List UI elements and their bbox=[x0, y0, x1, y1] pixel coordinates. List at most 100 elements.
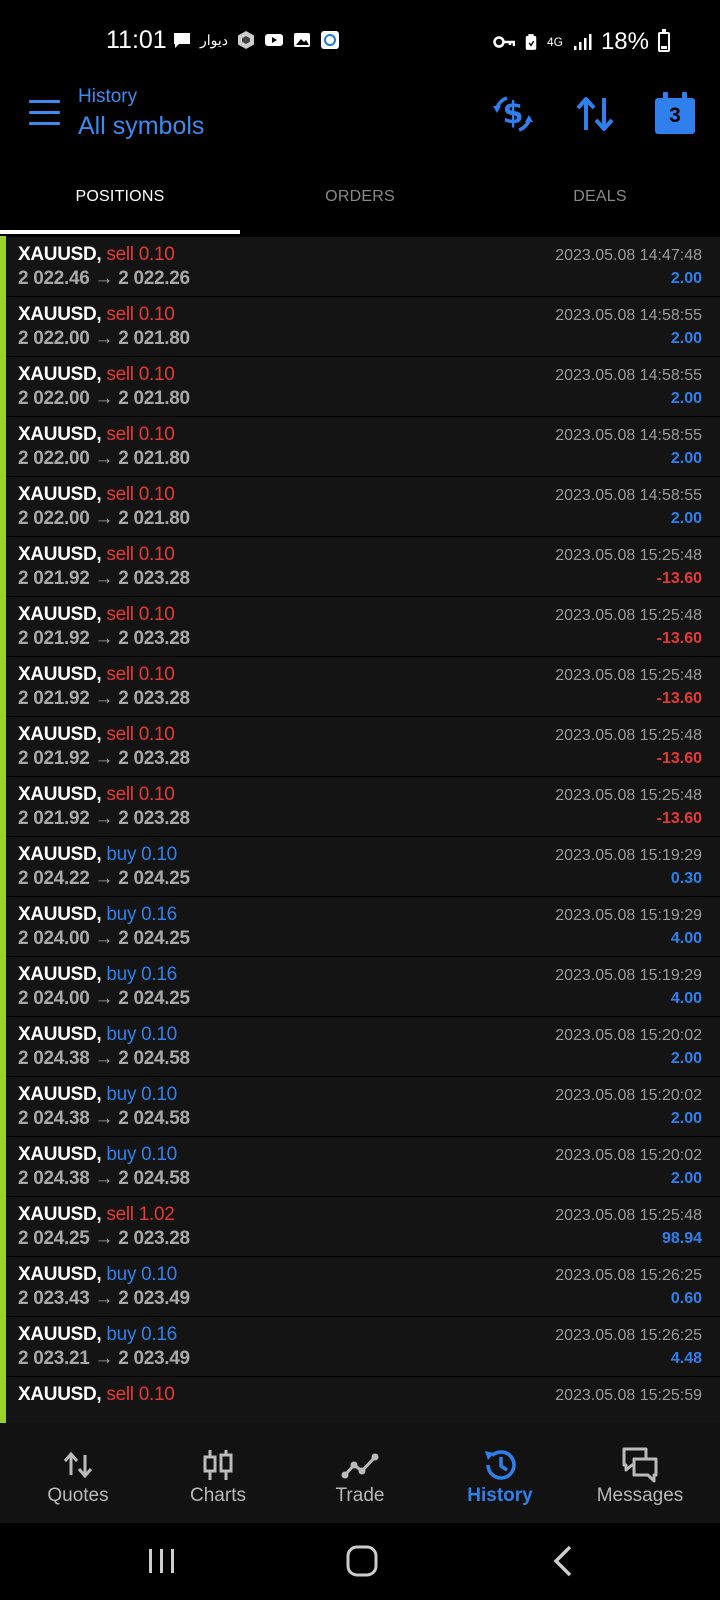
nav-messages-label: Messages bbox=[596, 1485, 684, 1506]
position-prices: 2 022.00 → 2 021.80 bbox=[18, 508, 190, 529]
position-symbol: XAUUSD, sell 0.10 bbox=[18, 1384, 175, 1406]
position-time: 2023.05.08 15:25:48 bbox=[555, 667, 702, 684]
position-row[interactable]: XAUUSD, sell 0.10 2 021.92 → 2 023.28 2023… bbox=[0, 776, 720, 837]
symbol-name: XAUUSD, bbox=[18, 484, 102, 505]
position-row[interactable]: XAUUSD, buy 0.16 2 023.21 → 2 023.49 2023.… bbox=[0, 1316, 720, 1377]
position-side-volume: buy 0.16 bbox=[106, 904, 177, 925]
position-time: 2023.05.08 15:25:48 bbox=[555, 547, 702, 564]
candlestick-icon bbox=[203, 1450, 233, 1480]
nav-messages[interactable]: Messages bbox=[570, 1423, 710, 1523]
position-time: 2023.05.08 15:25:48 bbox=[555, 787, 702, 804]
position-symbol: XAUUSD, sell 0.10 bbox=[18, 784, 175, 806]
positions-list[interactable]: XAUUSD, sell 0.10 2 022.46 → 2 022.26 2023… bbox=[0, 236, 720, 1423]
position-profit: 98.94 bbox=[661, 1230, 702, 1247]
position-row[interactable]: XAUUSD, sell 0.10 2 021.92 → 2 023.28 2023… bbox=[0, 536, 720, 597]
nav-charts-label: Charts bbox=[190, 1485, 246, 1506]
tab-positions[interactable]: POSITIONS bbox=[0, 172, 240, 232]
notification-icons: دیوار bbox=[172, 30, 340, 50]
nav-trade-label: Trade bbox=[335, 1485, 385, 1506]
nav-quotes-label: Quotes bbox=[47, 1485, 109, 1506]
data-saver-icon bbox=[525, 34, 537, 50]
battery-icon bbox=[658, 29, 670, 52]
symbol-selector[interactable]: All symbols bbox=[78, 112, 204, 141]
position-profit: 0.60 bbox=[670, 1290, 702, 1307]
tab-orders[interactable]: ORDERS bbox=[240, 172, 480, 232]
position-side-volume: sell 0.10 bbox=[106, 1384, 175, 1405]
position-side-volume: sell 0.10 bbox=[106, 364, 175, 385]
position-row[interactable]: XAUUSD, sell 0.10 2 021.92 → 2 023.28 2023… bbox=[0, 716, 720, 777]
position-profit: 0.30 bbox=[670, 870, 702, 887]
back-icon[interactable] bbox=[544, 1541, 584, 1581]
position-row[interactable]: XAUUSD, sell 0.10 2 022.00 → 2 021.80 2023… bbox=[0, 416, 720, 477]
position-row[interactable]: XAUUSD, buy 0.10 2 024.38 → 2 024.58 2023.… bbox=[0, 1136, 720, 1197]
home-icon[interactable] bbox=[342, 1541, 382, 1581]
position-row[interactable]: XAUUSD, buy 0.10 2 023.43 → 2 023.49 2023.… bbox=[0, 1256, 720, 1317]
bottom-navigation: Quotes Charts Trade History Messages bbox=[0, 1423, 720, 1523]
position-time: 2023.05.08 14:58:55 bbox=[555, 307, 702, 324]
position-symbol: XAUUSD, buy 0.16 bbox=[18, 904, 177, 926]
position-row[interactable]: XAUUSD, sell 0.10 2 021.92 → 2 023.28 2023… bbox=[0, 656, 720, 717]
position-symbol: XAUUSD, sell 0.10 bbox=[18, 244, 175, 266]
nav-quotes[interactable]: Quotes bbox=[8, 1423, 148, 1523]
position-row[interactable]: XAUUSD, buy 0.16 2 024.00 → 2 024.25 2023.… bbox=[0, 896, 720, 957]
position-row[interactable]: XAUUSD, sell 0.10 2 022.46 → 2 022.26 2023… bbox=[0, 236, 720, 297]
history-clock-icon bbox=[485, 1450, 516, 1480]
position-time: 2023.05.08 15:25:59 bbox=[555, 1387, 702, 1404]
youtube-icon bbox=[265, 34, 284, 46]
nav-history[interactable]: History bbox=[430, 1423, 570, 1523]
position-prices: 2 024.38 → 2 024.58 bbox=[18, 1168, 190, 1189]
currency-exchange-icon[interactable]: $ bbox=[491, 92, 535, 136]
position-prices: 2 021.92 → 2 023.28 bbox=[18, 568, 190, 589]
nav-trade[interactable]: Trade bbox=[290, 1423, 430, 1523]
position-symbol: XAUUSD, buy 0.10 bbox=[18, 1264, 177, 1286]
position-profit: -13.60 bbox=[656, 630, 702, 647]
history-tabs: POSITIONS ORDERS DEALS bbox=[0, 172, 720, 236]
position-profit: 2.00 bbox=[670, 1110, 702, 1127]
gallery-icon bbox=[294, 33, 311, 47]
position-side-volume: buy 0.10 bbox=[106, 1144, 177, 1165]
position-prices: 2 024.00 → 2 024.25 bbox=[18, 988, 190, 1009]
position-symbol: XAUUSD, sell 0.10 bbox=[18, 544, 175, 566]
vpn-key-icon bbox=[493, 36, 515, 48]
system-navigation-bar bbox=[0, 1523, 720, 1600]
active-tab-indicator bbox=[0, 230, 240, 234]
position-row[interactable]: XAUUSD, sell 0.10 2 022.00 → 2 021.80 2023… bbox=[0, 476, 720, 537]
symbol-name: XAUUSD, bbox=[18, 544, 102, 565]
calendar-badge-count: 3 bbox=[669, 104, 681, 127]
position-row[interactable]: XAUUSD, buy 0.10 2 024.38 → 2 024.58 2023.… bbox=[0, 1076, 720, 1137]
position-time: 2023.05.08 15:26:25 bbox=[555, 1327, 702, 1344]
position-time: 2023.05.08 15:25:48 bbox=[555, 727, 702, 744]
tab-deals[interactable]: DEALS bbox=[480, 172, 720, 232]
position-prices: 2 024.22 → 2 024.25 bbox=[18, 868, 190, 889]
position-prices: 2 021.92 → 2 023.28 bbox=[18, 688, 190, 709]
network-type: 4G bbox=[546, 35, 563, 49]
menu-icon[interactable] bbox=[29, 100, 62, 126]
symbol-name: XAUUSD, bbox=[18, 904, 102, 925]
position-row[interactable]: XAUUSD, sell 0.10 2 021.92 → 2 023.28 2023… bbox=[0, 596, 720, 657]
position-time: 2023.05.08 15:20:02 bbox=[555, 1027, 702, 1044]
trade-line-icon bbox=[341, 1453, 379, 1479]
position-row[interactable]: XAUUSD, buy 0.10 2 024.22 → 2 024.25 2023.… bbox=[0, 836, 720, 897]
status-bar: 11:01 دیوار 4G 18% bbox=[0, 0, 720, 86]
position-profit: 4.00 bbox=[670, 990, 702, 1007]
position-profit: 2.00 bbox=[670, 510, 702, 527]
position-side-volume: buy 0.10 bbox=[106, 844, 177, 865]
position-row[interactable]: XAUUSD, sell 0.10 2023.05.08 15:25:59 bbox=[0, 1376, 720, 1423]
position-prices: 2 021.92 → 2 023.28 bbox=[18, 628, 190, 649]
position-row[interactable]: XAUUSD, sell 0.10 2 022.00 → 2 021.80 2023… bbox=[0, 356, 720, 417]
position-row[interactable]: XAUUSD, sell 0.10 2 022.00 → 2 021.80 2023… bbox=[0, 296, 720, 357]
position-row[interactable]: XAUUSD, buy 0.16 2 024.00 → 2 024.25 2023.… bbox=[0, 956, 720, 1017]
sort-icon[interactable] bbox=[573, 92, 617, 136]
position-time: 2023.05.08 15:19:29 bbox=[555, 847, 702, 864]
position-profit: 2.00 bbox=[670, 330, 702, 347]
position-row[interactable]: XAUUSD, buy 0.10 2 024.38 → 2 024.58 2023.… bbox=[0, 1016, 720, 1077]
recent-apps-icon[interactable] bbox=[142, 1541, 182, 1581]
status-right: 4G 18% bbox=[493, 28, 670, 56]
position-profit: -13.60 bbox=[656, 690, 702, 707]
position-profit: 4.48 bbox=[670, 1350, 702, 1367]
message-notification-icon bbox=[174, 33, 190, 48]
app-notification-icon bbox=[321, 31, 340, 49]
position-row[interactable]: XAUUSD, sell 1.02 2 024.25 → 2 023.28 2023… bbox=[0, 1196, 720, 1257]
nav-charts[interactable]: Charts bbox=[148, 1423, 288, 1523]
calendar-icon[interactable]: 3 bbox=[652, 90, 698, 136]
